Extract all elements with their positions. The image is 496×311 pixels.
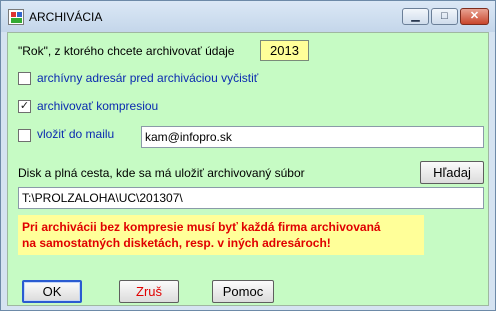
archive-dialog: ARCHIVÁCIA ▁ □ ✕ "Rok", z ktorého chcete… [0, 0, 496, 311]
title-bar[interactable]: ARCHIVÁCIA ▁ □ ✕ [1, 1, 495, 32]
clear-dir-label[interactable]: archívny adresár pred archiváciou vyčist… [37, 71, 258, 85]
warning-line-1: Pri archivácii bez kompresie musí byť ka… [22, 220, 381, 234]
email-label[interactable]: vložiť do mailu [37, 127, 114, 141]
year-prompt: "Rok", z ktorého chcete archivovať údaje [18, 44, 235, 58]
window-title: ARCHIVÁCIA [29, 10, 103, 24]
compression-warning: Pri archivácii bez kompresie musí byť ka… [18, 215, 424, 255]
maximize-icon: □ [441, 10, 448, 22]
minimize-button[interactable]: ▁ [402, 8, 429, 25]
dialog-body: "Rok", z ktorého chcete archivovať údaje… [7, 32, 489, 306]
clear-dir-checkbox[interactable] [18, 72, 31, 85]
email-checkbox[interactable] [18, 129, 31, 142]
path-label: Disk a plná cesta, kde sa má uložiť arch… [18, 166, 305, 180]
email-input[interactable]: kam@infopro.sk [141, 126, 484, 148]
close-button[interactable]: ✕ [460, 8, 489, 25]
cancel-button[interactable]: Zruš [119, 280, 179, 303]
compress-checkbox[interactable]: ✓ [18, 100, 31, 113]
search-button[interactable]: Hľadaj [420, 161, 484, 184]
minimize-icon: ▁ [411, 10, 420, 22]
checkmark-icon: ✓ [19, 100, 30, 112]
help-button[interactable]: Pomoc [212, 280, 274, 303]
warning-line-2: na samostatných disketách, resp. v iných… [22, 236, 331, 250]
app-icon [8, 9, 24, 25]
ok-button[interactable]: OK [22, 280, 82, 303]
close-icon: ✕ [469, 10, 480, 22]
compress-label[interactable]: archivovať kompresiou [37, 99, 158, 113]
maximize-button[interactable]: □ [431, 8, 458, 25]
year-field[interactable]: 2013 [260, 40, 309, 61]
path-input[interactable]: T:\PROLZALOHA\UC\201307\ [18, 187, 484, 209]
